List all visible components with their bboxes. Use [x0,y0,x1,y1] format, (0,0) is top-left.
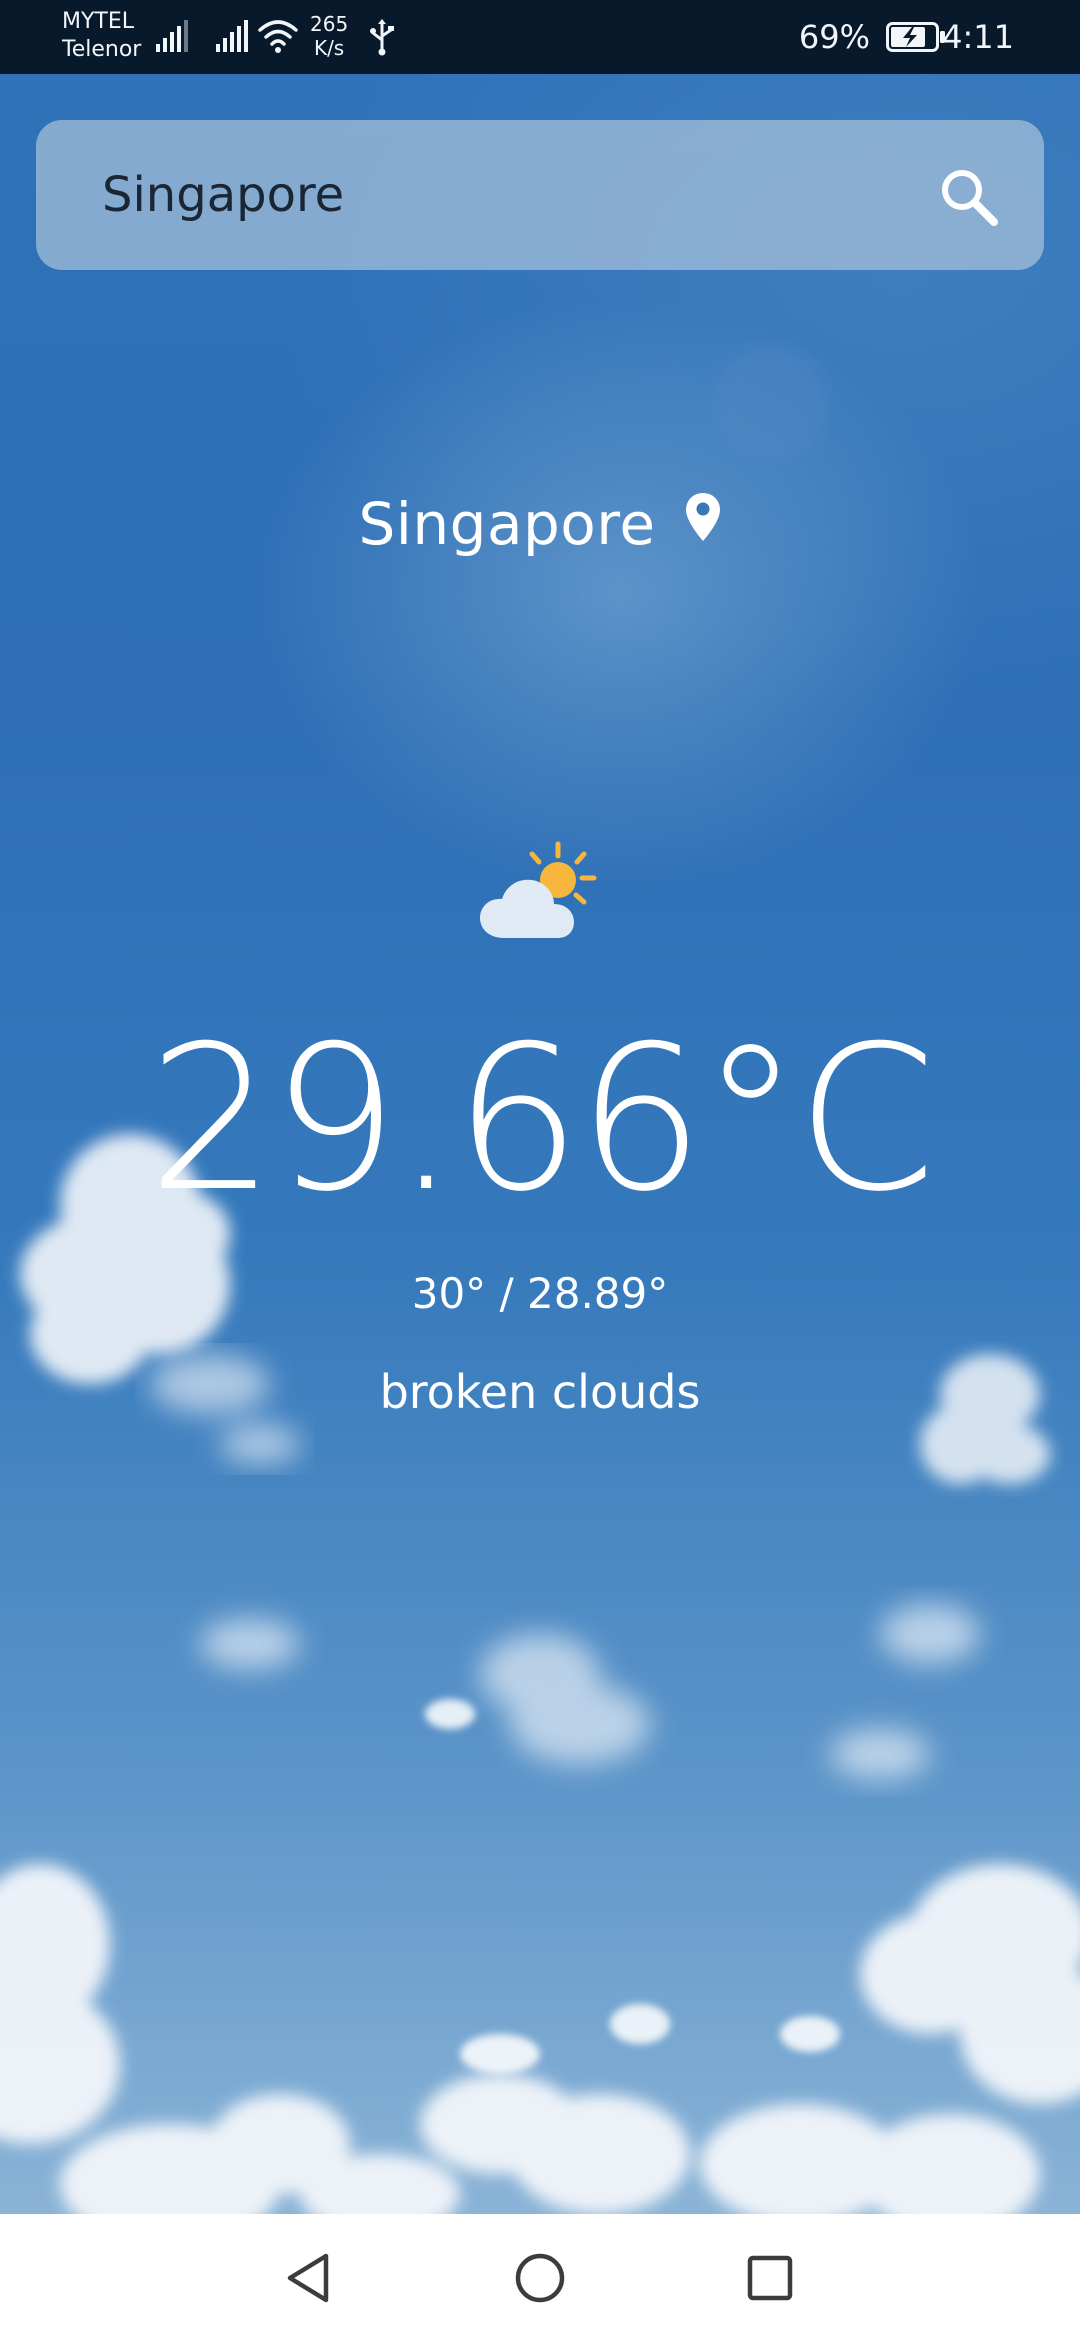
recents-square-icon[interactable] [738,2246,802,2310]
battery-percent: 69% [798,18,870,56]
status-clock: 4:11 [942,18,1014,56]
usb-icon [370,19,394,56]
home-circle-icon[interactable] [508,2246,572,2310]
min-max-temperature: 30° / 28.89° [411,1269,669,1318]
partly-cloudy-icon [480,841,597,938]
network-speed: 265 K/s [310,12,348,60]
status-bar: MYTEL Telenor 265 K/s 69% 4:11 [0,0,1080,74]
location-row: Singapore [0,484,1080,564]
back-triangle-icon[interactable] [276,2246,340,2310]
wifi-icon [258,20,298,53]
signal-strength-icon [216,20,248,52]
current-temperature: 29.66°C [147,1003,936,1236]
weather-app-screen: MYTEL Telenor 265 K/s 69% 4:11 Singapore… [0,0,1080,2340]
search-bar [36,120,1044,270]
system-navigation-bar [0,2214,1080,2340]
map-pin-icon [685,493,720,541]
search-icon[interactable] [938,166,1000,228]
carrier-names: MYTEL Telenor [62,8,141,64]
carrier-1: MYTEL [62,9,135,34]
network-speed-value: 265 [310,12,349,36]
battery-charging-icon [886,22,945,52]
signal-strength-icon [156,20,188,52]
carrier-2: Telenor [62,37,142,62]
network-speed-unit: K/s [313,36,345,60]
weather-description: broken clouds [379,1365,701,1419]
location-name: Singapore [358,490,656,558]
search-input[interactable] [102,156,902,234]
weather-content: Singapore 29.66°C 30° / 28.89° broken cl… [0,0,1080,2340]
